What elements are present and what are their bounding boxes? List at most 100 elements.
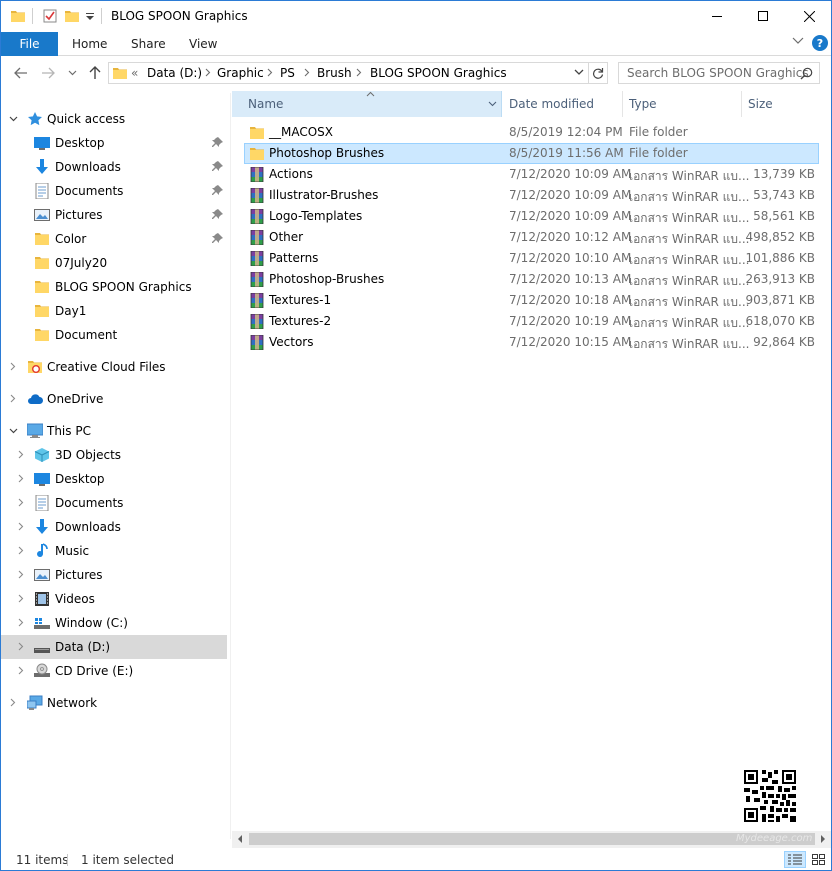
pin-icon[interactable] bbox=[212, 185, 223, 196]
breadcrumb-graphic[interactable]: Graphic bbox=[217, 66, 264, 80]
chevron-right-icon[interactable] bbox=[10, 394, 16, 403]
chevron-right-icon[interactable] bbox=[18, 474, 24, 483]
chevron-down-icon[interactable] bbox=[488, 101, 497, 107]
expand-ribbon-icon[interactable] bbox=[792, 37, 804, 45]
nav-quick-document[interactable]: Document bbox=[1, 323, 227, 347]
close-button[interactable] bbox=[786, 1, 831, 31]
nav-pc-pictures[interactable]: Pictures bbox=[1, 563, 227, 587]
tab-file[interactable]: File bbox=[1, 32, 58, 56]
column-header-name[interactable]: Name bbox=[232, 91, 502, 117]
nav-quick-access[interactable]: Quick access bbox=[1, 107, 227, 131]
breadcrumb-data-d[interactable]: Data (D:) bbox=[147, 66, 202, 80]
desktop-icon bbox=[34, 473, 50, 486]
nav-quick-blog-spoon[interactable]: BLOG SPOON Graphics bbox=[1, 275, 227, 299]
search-box[interactable]: Search BLOG SPOON Graghics bbox=[618, 62, 820, 84]
nav-this-pc[interactable]: This PC bbox=[1, 419, 227, 443]
file-row[interactable]: Other 7/12/2020 10:12 AM เอกสาร WinRAR แ… bbox=[244, 227, 819, 248]
chevron-right-icon[interactable] bbox=[18, 546, 24, 555]
column-header-date[interactable]: Date modified bbox=[502, 91, 623, 117]
chevron-right-icon[interactable] bbox=[18, 522, 24, 531]
tab-home[interactable]: Home bbox=[72, 32, 107, 56]
chevron-right-icon[interactable] bbox=[18, 642, 24, 651]
breadcrumb-overflow[interactable]: « bbox=[131, 66, 138, 80]
tab-share[interactable]: Share bbox=[131, 32, 166, 56]
new-folder-icon[interactable] bbox=[65, 9, 79, 23]
nav-pc-desktop[interactable]: Desktop bbox=[1, 467, 227, 491]
nav-creative-cloud[interactable]: Creative Cloud Files bbox=[1, 355, 227, 379]
chevron-right-icon[interactable] bbox=[10, 698, 16, 707]
nav-pc-music[interactable]: Music bbox=[1, 539, 227, 563]
chevron-right-icon[interactable] bbox=[18, 666, 24, 675]
file-row[interactable]: Photoshop Brushes 8/5/2019 11:56 AM File… bbox=[244, 143, 819, 164]
chevron-down-icon[interactable] bbox=[574, 69, 584, 76]
nav-network[interactable]: Network bbox=[1, 691, 227, 715]
minimize-button[interactable] bbox=[694, 1, 740, 31]
chevron-right-icon[interactable] bbox=[267, 68, 273, 77]
properties-icon[interactable] bbox=[43, 9, 57, 23]
details-view-button[interactable] bbox=[784, 851, 806, 868]
nav-pc-window-c[interactable]: Window (C:) bbox=[1, 611, 227, 635]
file-row[interactable]: Illustrator-Brushes 7/12/2020 10:09 AM เ… bbox=[244, 185, 819, 206]
chevron-right-icon[interactable] bbox=[304, 68, 310, 77]
chevron-right-icon[interactable] bbox=[18, 594, 24, 603]
nav-quick-pictures[interactable]: Pictures bbox=[1, 203, 227, 227]
pin-icon[interactable] bbox=[212, 233, 223, 244]
chevron-right-icon[interactable] bbox=[10, 362, 16, 371]
breadcrumb-ps[interactable]: PS bbox=[280, 66, 295, 80]
chevron-down-icon[interactable] bbox=[9, 428, 18, 434]
nav-pc-cd-drive-e[interactable]: CD Drive (E:) bbox=[1, 659, 227, 683]
pane-splitter[interactable] bbox=[230, 93, 231, 839]
pin-icon[interactable] bbox=[212, 209, 223, 220]
chevron-right-icon[interactable] bbox=[18, 450, 24, 459]
column-header-type[interactable]: Type bbox=[623, 91, 742, 117]
scroll-left-icon[interactable] bbox=[237, 835, 243, 843]
nav-pc-documents[interactable]: Documents bbox=[1, 491, 227, 515]
tab-view[interactable]: View bbox=[189, 32, 217, 56]
nav-quick-desktop[interactable]: Desktop bbox=[1, 131, 227, 155]
nav-quick-07july20[interactable]: 07July20 bbox=[1, 251, 227, 275]
maximize-button[interactable] bbox=[740, 1, 786, 31]
search-placeholder[interactable]: Search BLOG SPOON Graghics bbox=[627, 66, 809, 80]
chevron-right-icon[interactable] bbox=[356, 68, 362, 77]
customize-toolbar-icon[interactable] bbox=[86, 13, 94, 21]
file-row[interactable]: Vectors 7/12/2020 10:15 AM เอกสาร WinRAR… bbox=[244, 332, 819, 353]
file-row[interactable]: Textures-1 7/12/2020 10:18 AM เอกสาร Win… bbox=[244, 290, 819, 311]
nav-pc-downloads[interactable]: Downloads bbox=[1, 515, 227, 539]
chevron-right-icon[interactable] bbox=[205, 68, 211, 77]
chevron-right-icon[interactable] bbox=[18, 570, 24, 579]
file-row[interactable]: Textures-2 7/12/2020 10:19 AM เอกสาร Win… bbox=[244, 311, 819, 332]
large-icons-view-button[interactable] bbox=[807, 851, 829, 868]
up-button[interactable] bbox=[85, 63, 105, 83]
nav-pc-data-d[interactable]: Data (D:) bbox=[1, 635, 227, 659]
scroll-right-icon[interactable] bbox=[820, 835, 826, 843]
chevron-right-icon[interactable] bbox=[18, 498, 24, 507]
refresh-button[interactable] bbox=[589, 62, 608, 84]
file-row[interactable]: __MACOSX 8/5/2019 12:04 PM File folder bbox=[244, 122, 819, 143]
address-bar[interactable]: « Data (D:) Graphic PS Brush BLOG SPOON … bbox=[108, 62, 589, 84]
chevron-down-icon[interactable] bbox=[9, 116, 18, 122]
nav-quick-color[interactable]: Color bbox=[1, 227, 227, 251]
nav-pc-videos[interactable]: Videos bbox=[1, 587, 227, 611]
forward-button[interactable] bbox=[38, 63, 58, 83]
file-row[interactable]: Logo-Templates 7/12/2020 10:09 AM เอกสาร… bbox=[244, 206, 819, 227]
pin-icon[interactable] bbox=[212, 137, 223, 148]
column-header-size[interactable]: Size bbox=[742, 91, 831, 117]
nav-quick-day1[interactable]: Day1 bbox=[1, 299, 227, 323]
breadcrumb-current[interactable]: BLOG SPOON Graghics bbox=[370, 66, 507, 80]
recent-locations-button[interactable] bbox=[65, 63, 79, 83]
chevron-right-icon[interactable] bbox=[18, 618, 24, 627]
nav-onedrive[interactable]: OneDrive bbox=[1, 387, 227, 411]
file-row[interactable]: Actions 7/12/2020 10:09 AM เอกสาร WinRAR… bbox=[244, 164, 819, 185]
file-type: เอกสาร WinRAR แบ... bbox=[629, 253, 750, 267]
scrollbar-thumb[interactable] bbox=[249, 833, 815, 845]
back-button[interactable] bbox=[11, 63, 31, 83]
nav-quick-documents[interactable]: Documents bbox=[1, 179, 227, 203]
file-row[interactable]: Patterns 7/12/2020 10:10 AM เอกสาร WinRA… bbox=[244, 248, 819, 269]
help-icon[interactable]: ? bbox=[812, 35, 828, 51]
nav-pc-3d-objects[interactable]: 3D Objects bbox=[1, 443, 227, 467]
nav-quick-downloads[interactable]: Downloads bbox=[1, 155, 227, 179]
folder-icon bbox=[35, 281, 49, 293]
file-row[interactable]: Photoshop-Brushes 7/12/2020 10:13 AM เอก… bbox=[244, 269, 819, 290]
breadcrumb-brush[interactable]: Brush bbox=[317, 66, 352, 80]
pin-icon[interactable] bbox=[212, 161, 223, 172]
